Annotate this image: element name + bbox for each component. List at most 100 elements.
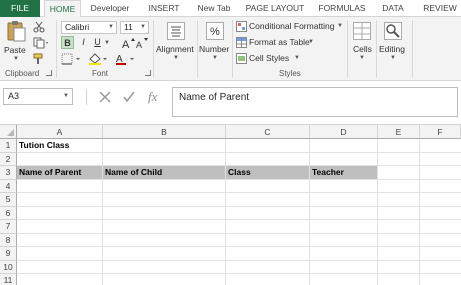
- name-box-value: A3: [8, 91, 20, 101]
- editing-button[interactable]: Editing ▼: [378, 20, 410, 65]
- row-header[interactable]: 1: [0, 139, 17, 153]
- grow-font-icon[interactable]: A: [122, 37, 136, 49]
- ribbon-separator: [56, 20, 57, 78]
- formula-bar-separator: [86, 89, 87, 105]
- gridline: [17, 179, 461, 180]
- gridline: [309, 139, 310, 285]
- tab-home[interactable]: HOME: [44, 0, 81, 18]
- alignment-dropdown-icon: ▼: [173, 55, 179, 61]
- italic-button[interactable]: I: [77, 36, 90, 49]
- fill-color-icon[interactable]: [88, 53, 110, 65]
- underline-dropdown-icon[interactable]: ▼: [104, 40, 110, 46]
- cell-d3[interactable]: Teacher: [310, 166, 344, 179]
- cell-styles-icon: [236, 53, 247, 64]
- svg-text:%: %: [210, 26, 220, 38]
- row-header[interactable]: 2: [0, 152, 17, 166]
- worksheet-grid[interactable]: A B C D E F 1 2 3 4 5 6 7 8 9 10 11 Tuti…: [0, 124, 461, 285]
- font-launcher-icon[interactable]: [145, 70, 151, 76]
- cut-icon[interactable]: [33, 21, 45, 33]
- format-painter-icon[interactable]: [33, 53, 45, 65]
- row-header[interactable]: 7: [0, 220, 17, 234]
- chevron-down-icon: ▼: [108, 24, 114, 30]
- editing-dropdown-icon: ▼: [390, 55, 396, 61]
- svg-text:A: A: [136, 40, 142, 49]
- number-dropdown-icon: ▼: [212, 55, 218, 61]
- cells-label: Cells: [353, 44, 372, 54]
- format-as-table-button[interactable]: Format as Table ▼: [236, 36, 316, 49]
- cell-a1[interactable]: Tution Class: [17, 139, 69, 152]
- select-all-corner[interactable]: [0, 125, 17, 139]
- formula-buttons: fx: [90, 88, 168, 105]
- row-header[interactable]: 8: [0, 233, 17, 247]
- row-header[interactable]: 4: [0, 179, 17, 193]
- cell-a3[interactable]: Name of Parent: [17, 166, 81, 179]
- editing-label: Editing: [379, 44, 405, 54]
- ribbon-separator: [347, 20, 348, 78]
- ribbon-home: Paste ▼ Clipboard Calibri ▼ 11 ▼ B I U ▼…: [0, 17, 461, 81]
- cell-c3[interactable]: Class: [226, 166, 251, 179]
- tab-page-layout[interactable]: PAGE LAYOUT: [244, 0, 306, 17]
- column-header-c[interactable]: C: [226, 125, 310, 139]
- tab-new-tab[interactable]: New Tab: [195, 0, 233, 17]
- cancel-icon[interactable]: [98, 90, 112, 104]
- enter-icon[interactable]: [122, 90, 136, 104]
- ribbon-separator: [232, 20, 233, 78]
- cells-button[interactable]: Cells ▼: [350, 20, 374, 65]
- tab-insert[interactable]: INSERT: [145, 0, 183, 17]
- clipboard-launcher-icon[interactable]: [46, 70, 52, 76]
- row-header[interactable]: 6: [0, 206, 17, 220]
- clipboard-group-label: Clipboard: [5, 69, 40, 78]
- styles-group-label: Styles: [279, 69, 301, 78]
- tab-data[interactable]: DATA: [378, 0, 408, 17]
- gridline: [17, 219, 461, 220]
- chevron-down-icon: ▼: [308, 39, 314, 45]
- gridline: [17, 273, 461, 274]
- column-header-a[interactable]: A: [17, 125, 103, 139]
- row-header[interactable]: 5: [0, 193, 17, 207]
- font-name-combo[interactable]: Calibri ▼: [61, 21, 117, 34]
- cell-styles-button[interactable]: Cell Styles ▼: [236, 52, 302, 65]
- font-size-combo[interactable]: 11 ▼: [120, 21, 149, 34]
- font-group-label: Font: [92, 69, 109, 78]
- cell-b3[interactable]: Name of Child: [103, 166, 162, 179]
- formula-input[interactable]: Name of Parent: [172, 87, 458, 117]
- conditional-formatting-button[interactable]: Conditional Formatting ▼: [236, 20, 346, 33]
- gridline: [419, 139, 420, 285]
- tab-review[interactable]: REVIEW: [419, 0, 461, 17]
- shrink-font-icon[interactable]: A: [136, 37, 150, 49]
- gridline: [225, 139, 226, 285]
- conditional-formatting-label: Conditional Formatting: [249, 21, 335, 31]
- column-header-e[interactable]: E: [378, 125, 420, 139]
- column-header-b[interactable]: B: [103, 125, 226, 139]
- formula-bar: A3 ▼ fx Name of Parent: [0, 81, 461, 117]
- paste-dropdown-icon: ▼: [13, 56, 19, 62]
- bold-button[interactable]: B: [61, 36, 74, 49]
- alignment-label: Alignment: [156, 44, 194, 54]
- copy-icon[interactable]: [33, 37, 49, 49]
- ribbon-separator: [153, 20, 154, 78]
- paste-icon: [7, 21, 26, 42]
- svg-text:A: A: [122, 39, 130, 49]
- row-header[interactable]: 9: [0, 247, 17, 261]
- insert-function-icon[interactable]: fx: [148, 88, 157, 105]
- gridline: [17, 192, 461, 193]
- column-header-d[interactable]: D: [310, 125, 378, 139]
- borders-icon[interactable]: [61, 53, 83, 65]
- row-header[interactable]: 11: [0, 274, 17, 285]
- number-button[interactable]: % Number ▼: [199, 20, 231, 65]
- tab-developer[interactable]: Developer: [88, 0, 132, 17]
- tab-formulas[interactable]: FORMULAS: [317, 0, 367, 17]
- ribbon-tab-bar: FILE HOME Developer INSERT New Tab PAGE …: [0, 0, 461, 18]
- column-header-f[interactable]: F: [420, 125, 461, 139]
- alignment-button[interactable]: Alignment ▼: [156, 20, 196, 65]
- tab-file[interactable]: FILE: [0, 0, 40, 17]
- row-header[interactable]: 10: [0, 260, 17, 274]
- underline-button[interactable]: U: [91, 36, 104, 49]
- name-box[interactable]: A3 ▼: [3, 88, 73, 105]
- ribbon-separator: [412, 20, 413, 78]
- font-color-icon[interactable]: A: [115, 53, 137, 65]
- paste-button[interactable]: Paste ▼: [4, 20, 28, 64]
- row-header[interactable]: 3: [0, 166, 17, 180]
- alignment-icon: [167, 22, 185, 40]
- gridline: [17, 233, 461, 234]
